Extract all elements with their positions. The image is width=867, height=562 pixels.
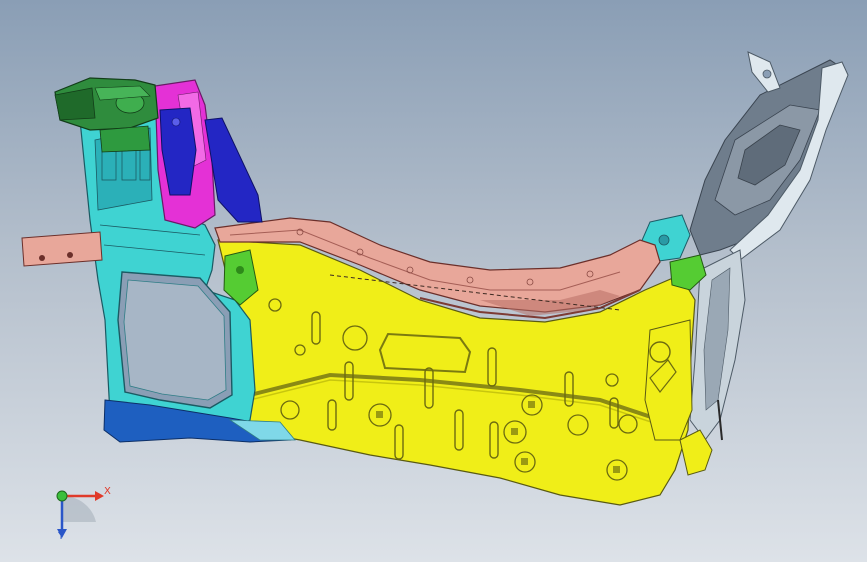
triad-axes-icon — [56, 490, 104, 538]
graphics-viewport[interactable]: X Y — [0, 0, 867, 562]
coordinate-triad[interactable]: X Y — [40, 472, 120, 552]
rear-bracket-assembly[interactable] — [689, 51, 849, 441]
cad-assembly-model[interactable] — [0, 0, 867, 562]
front-cross-member[interactable] — [21, 231, 103, 267]
triad-y-label: Y — [58, 531, 65, 542]
engine-mount[interactable] — [54, 77, 159, 153]
triad-x-label: X — [104, 486, 111, 497]
